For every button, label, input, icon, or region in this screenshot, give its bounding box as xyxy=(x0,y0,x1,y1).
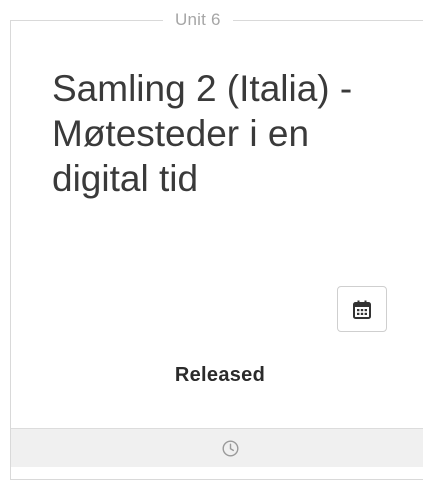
calendar-button[interactable] xyxy=(337,286,387,332)
clock-icon xyxy=(222,440,239,457)
unit-label: Unit 6 xyxy=(163,0,233,40)
calendar-icon xyxy=(353,300,371,319)
status-label: Released xyxy=(174,364,266,386)
card-footer xyxy=(11,428,423,467)
lesson-title[interactable]: Samling 2 (Italia) - Møtesteder i en dig… xyxy=(52,66,412,201)
